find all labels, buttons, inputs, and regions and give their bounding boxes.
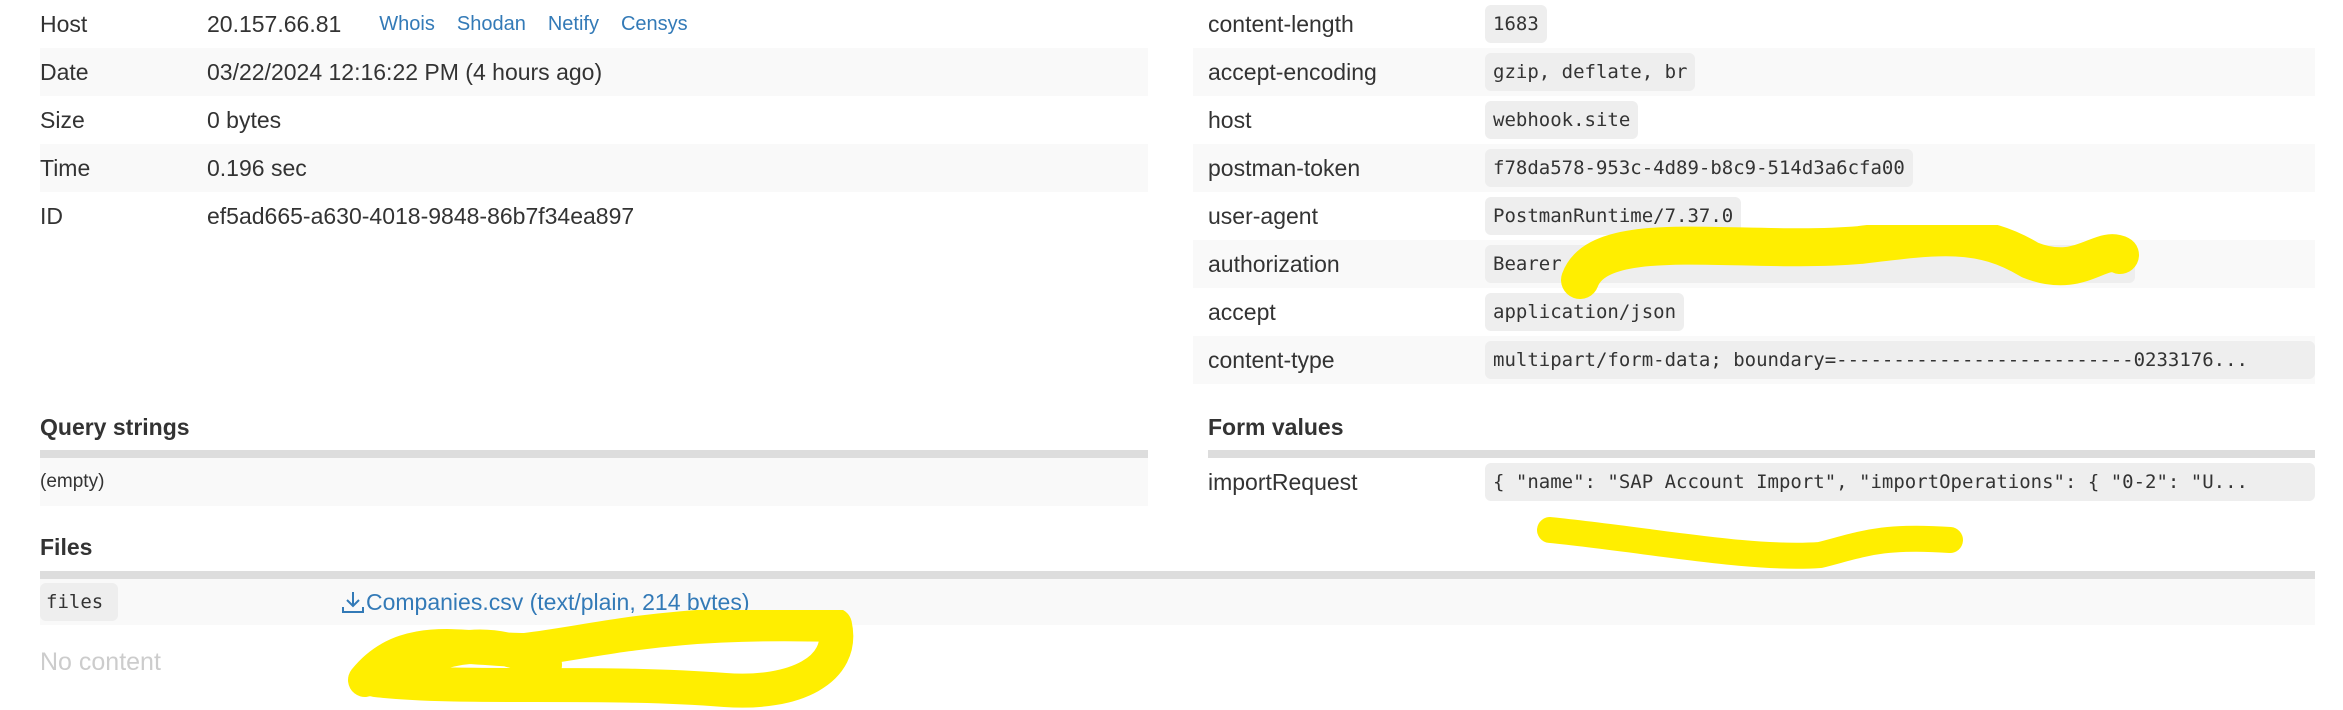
- header-name: content-type: [1208, 346, 1335, 373]
- host-label: Host: [40, 10, 88, 37]
- time-label: Time: [40, 154, 91, 181]
- headers-table: content-length 1683 accept-encoding gzip, …: [1193, 0, 2315, 384]
- header-row: content-length 1683: [1193, 0, 2315, 48]
- no-content-text: No content: [40, 648, 161, 676]
- download-icon: [342, 592, 364, 613]
- header-value: PostmanRuntime/7.37.0: [1485, 197, 1742, 235]
- header-value: multipart/form-data; boundary=----------…: [1485, 341, 2315, 379]
- header-value: application/json: [1485, 293, 1685, 331]
- file-name: Companies.csv (text/plain, 214 bytes): [366, 588, 750, 615]
- header-value: Bearer: [1485, 245, 2135, 283]
- header-name: accept-encoding: [1208, 58, 1377, 85]
- form-row: importRequest { "name": "SAP Account Imp…: [1208, 458, 2315, 506]
- host-row: Host 20.157.66.81 Whois Shodan Netify Ce…: [40, 0, 1148, 48]
- size-row: Size 0 bytes: [40, 96, 1148, 144]
- header-row: host webhook.site: [1193, 96, 2315, 144]
- query-row: (empty): [40, 458, 1148, 506]
- divider: [1208, 450, 2315, 458]
- request-details: Host 20.157.66.81 Whois Shodan Netify Ce…: [40, 0, 1148, 240]
- id-label: ID: [40, 202, 63, 229]
- whois-link[interactable]: Whois: [379, 13, 435, 36]
- header-row: postman-token f78da578-953c-4d89-b8c9-514…: [1193, 144, 2315, 192]
- query-strings-heading: Query strings: [40, 414, 190, 440]
- header-name: authorization: [1208, 250, 1340, 277]
- divider: [40, 571, 2315, 579]
- form-value: { "name": "SAP Account Import", "importO…: [1485, 463, 2315, 501]
- time-value: 0.196 sec: [207, 154, 307, 181]
- redaction-scribble: [348, 610, 854, 708]
- size-label: Size: [40, 106, 85, 133]
- time-row: Time 0.196 sec: [40, 144, 1148, 192]
- header-row: content-type multipart/form-data; boundar…: [1193, 336, 2315, 384]
- header-value: 1683: [1485, 5, 1547, 43]
- file-download-link[interactable]: Companies.csv (text/plain, 214 bytes): [340, 589, 750, 616]
- file-key: files: [40, 583, 118, 621]
- netify-link[interactable]: Netify: [548, 13, 599, 36]
- censys-link[interactable]: Censys: [621, 13, 688, 36]
- divider: [40, 450, 1148, 458]
- date-value: 03/22/2024 12:16:22 PM (4 hours ago): [207, 58, 603, 85]
- size-value: 0 bytes: [207, 106, 282, 133]
- header-row: accept application/json: [1193, 288, 2315, 336]
- file-row: files Companies.csv (text/plain, 214 byt…: [40, 579, 2315, 625]
- host-value: 20.157.66.81: [207, 10, 342, 37]
- id-row: ID ef5ad665-a630-4018-9848-86b7f34ea897: [40, 192, 1148, 240]
- date-row: Date 03/22/2024 12:16:22 PM (4 hours ago…: [40, 48, 1148, 96]
- date-label: Date: [40, 58, 89, 85]
- header-name: content-length: [1208, 10, 1354, 37]
- redaction-scribble: [1537, 517, 1963, 569]
- header-row: user-agent PostmanRuntime/7.37.0: [1193, 192, 2315, 240]
- form-name: importRequest: [1208, 468, 1358, 495]
- header-value: f78da578-953c-4d89-b8c9-514d3a6cfa00: [1485, 149, 1913, 187]
- header-row: authorization Bearer: [1193, 240, 2315, 288]
- header-name: postman-token: [1208, 154, 1361, 181]
- header-value: webhook.site: [1485, 101, 1639, 139]
- header-name: accept: [1208, 298, 1276, 325]
- query-empty: (empty): [40, 471, 105, 492]
- header-name: host: [1208, 106, 1252, 133]
- form-values-heading: Form values: [1208, 414, 1344, 440]
- files-heading: Files: [40, 534, 93, 560]
- header-name: user-agent: [1208, 202, 1318, 229]
- header-value: gzip, deflate, br: [1485, 53, 1696, 91]
- id-value: ef5ad665-a630-4018-9848-86b7f34ea897: [207, 202, 635, 229]
- shodan-link[interactable]: Shodan: [457, 13, 526, 36]
- header-row: accept-encoding gzip, deflate, br: [1193, 48, 2315, 96]
